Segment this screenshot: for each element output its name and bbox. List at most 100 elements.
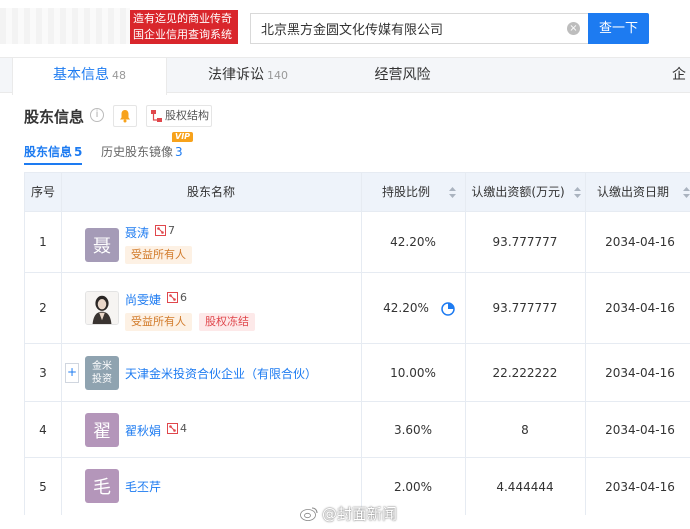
relation-count-value: 4 (180, 422, 187, 435)
subscribed-amount: 4.444444 (496, 479, 554, 494)
sort-icon[interactable] (574, 187, 581, 198)
row-index: 3 (39, 365, 47, 380)
relation-count[interactable]: 7 (155, 224, 175, 237)
share-ratio: 42.20% (383, 301, 429, 315)
section-title: 股东信息 (24, 108, 85, 126)
shareholder-name-link[interactable]: 天津金米投资合伙企业（有限合伙） (125, 365, 317, 382)
subtab-count: 5 (74, 145, 83, 159)
brand-line-1: 造有迄见的商业传奇 (133, 12, 232, 25)
weibo-icon (300, 507, 318, 521)
avatar-text-line-1: 金米 (92, 361, 112, 372)
shareholder-name-link[interactable]: 聂涛 (125, 224, 149, 241)
subscribed-date: 2034-04-16 (605, 365, 675, 380)
table-row: 3 + 金米 投资 天津金米投资合伙企业（有限合伙） 10.00% 22.222… (25, 344, 690, 402)
subscribed-date: 2034-04-16 (605, 301, 675, 315)
avatar[interactable]: 金米 投资 (85, 356, 119, 390)
bell-icon (120, 110, 130, 123)
relation-count[interactable]: 6 (167, 291, 187, 304)
sort-icon[interactable] (449, 187, 456, 198)
monitor-button[interactable] (113, 105, 137, 127)
watermark: @封面新闻 (300, 503, 397, 524)
tab-label: 企 (672, 67, 686, 83)
tab-label: 经营风险 (374, 67, 431, 83)
col-label: 持股比例 (381, 185, 430, 199)
table-row: 1 聂 聂涛 7 受益所有人 42.20% 93.777777 2034-04-… (25, 212, 690, 273)
tab-operating-risk[interactable]: 经营风险 (330, 58, 475, 94)
col-subscribed-date[interactable]: 认缴出资日期 (585, 173, 690, 212)
row-index: 5 (39, 479, 47, 494)
avatar[interactable]: 毛 (85, 469, 119, 503)
subtab-label: 股东信息 (24, 145, 73, 159)
col-shareholder-name: 股东名称 (186, 185, 235, 199)
equity-button-label: 股权结构 (165, 109, 209, 122)
subscribed-date: 2034-04-16 (605, 479, 675, 494)
subtab-count: 3 (175, 145, 183, 159)
subtab-label: 历史股东镜像 (101, 145, 174, 159)
table-row: 4 翟 翟秋娟 4 3.60% 8 2034-04-16 (25, 402, 690, 458)
avatar[interactable]: 翟 (85, 413, 119, 447)
relation-count[interactable]: 4 (167, 422, 187, 435)
subtab-history-mirror[interactable]: 历史股东镜像 3 (101, 143, 183, 160)
shareholder-name-link[interactable]: 翟秋娟 (125, 422, 161, 439)
col-index: 序号 (30, 185, 55, 199)
tab-label: 基本信息 (53, 67, 109, 83)
search-input[interactable] (261, 14, 551, 43)
row-index: 2 (39, 301, 47, 315)
person-photo-icon (86, 292, 118, 324)
subscribed-amount: 8 (521, 422, 529, 437)
subscribed-amount: 22.222222 (492, 365, 558, 380)
avatar-photo[interactable] (85, 291, 119, 325)
tab-label: 法律诉讼 (208, 67, 264, 83)
shareholder-table: 序号 股东名称 持股比例 认缴出资额(万元) 认缴出资日期 1 聂 聂涛 7 受… (24, 172, 690, 515)
top-header: 造有迄见的商业传奇 国企业信用查询系统 × 查一下 (0, 0, 690, 57)
search-button[interactable]: 查一下 (588, 13, 649, 44)
avatar[interactable]: 聂 (85, 228, 119, 262)
col-label: 认缴出资额(万元) (471, 185, 565, 199)
sort-icon[interactable] (683, 187, 690, 198)
clear-icon[interactable]: × (567, 22, 580, 35)
subtab-underline (24, 163, 82, 165)
tab-enterprise[interactable]: 企 (672, 58, 690, 94)
pie-chart-icon[interactable] (441, 302, 455, 316)
relation-icon (167, 292, 178, 303)
shareholder-name-link[interactable]: 毛丕芹 (125, 478, 161, 495)
subscribed-date: 2034-04-16 (605, 422, 675, 437)
equity-structure-button[interactable]: 股权结构 (146, 105, 212, 127)
subtab-shareholders[interactable]: 股东信息 5 (24, 143, 82, 160)
relation-count-value: 7 (168, 224, 175, 237)
tag-beneficial-owner: 受益所有人 (125, 246, 192, 264)
info-icon[interactable]: i (90, 108, 104, 122)
brand-banner-left (0, 8, 130, 44)
tab-count: 48 (112, 69, 126, 82)
share-ratio: 10.00% (390, 365, 436, 380)
relation-count-value: 6 (180, 291, 187, 304)
structure-icon (151, 110, 162, 122)
relation-icon (155, 225, 166, 236)
table-row: 2 尚雯婕 6 受益所有人 股权冻结 42.20% 93.777777 2034… (25, 273, 690, 344)
brand-line-2: 国企业信用查询系统 (133, 28, 232, 41)
vip-badge: VIP (172, 132, 194, 142)
tab-basic-info[interactable]: 基本信息 48 (12, 58, 167, 95)
table-header: 序号 股东名称 持股比例 认缴出资额(万元) 认缴出资日期 (25, 172, 690, 212)
tag-beneficial-owner: 受益所有人 (125, 313, 192, 331)
expand-button[interactable]: + (65, 363, 79, 383)
subscribed-date: 2034-04-16 (605, 235, 675, 249)
share-ratio: 42.20% (390, 235, 436, 249)
row-index: 4 (39, 422, 47, 437)
watermark-text: @封面新闻 (322, 505, 398, 523)
brand-logo[interactable]: 造有迄见的商业传奇 国企业信用查询系统 (130, 10, 238, 44)
col-label: 认缴出资日期 (596, 185, 669, 199)
search-box: × (250, 13, 588, 44)
share-ratio: 3.60% (393, 422, 433, 437)
row-index: 1 (39, 235, 47, 249)
tab-legal[interactable]: 法律诉讼 140 (168, 58, 328, 94)
col-subscribed-amount[interactable]: 认缴出资额(万元) (465, 173, 585, 212)
tag-equity-frozen[interactable]: 股权冻结 (199, 313, 255, 331)
relation-icon (167, 423, 178, 434)
subscribed-amount: 93.777777 (492, 301, 558, 315)
main-tabs: 基本信息 48 法律诉讼 140 经营风险 企 (0, 57, 690, 95)
tab-count: 140 (267, 69, 288, 82)
avatar-text-line-2: 投资 (92, 374, 112, 385)
shareholder-name-link[interactable]: 尚雯婕 (125, 291, 161, 308)
subscribed-amount: 93.777777 (492, 235, 558, 249)
